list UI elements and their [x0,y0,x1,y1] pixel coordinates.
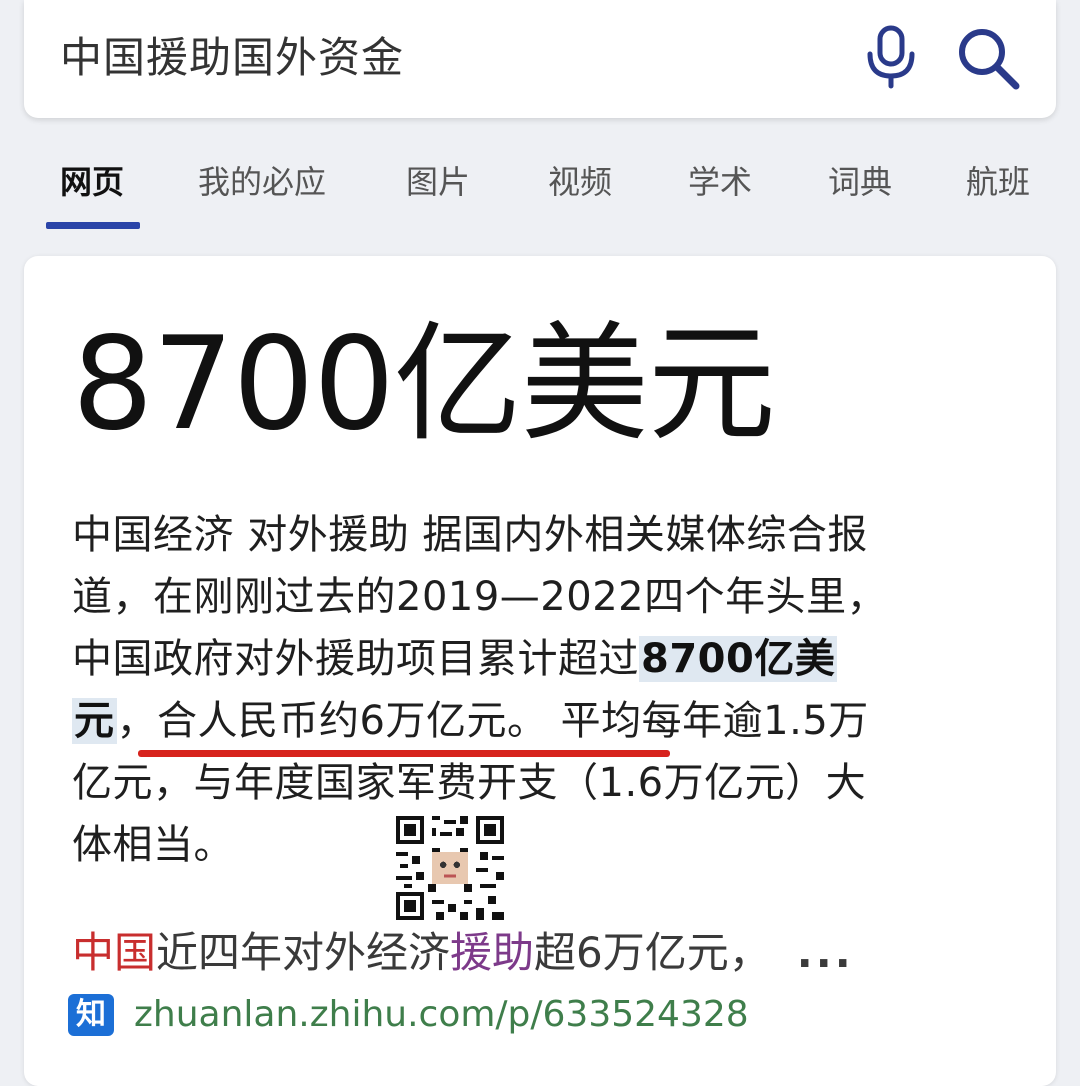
result-title-ellipsis: ... [796,928,854,977]
snippet-line: 亿元，与年度国家军费开支（1.6万亿元）大 [72,760,867,806]
magnifier-icon[interactable] [954,24,1022,92]
snippet-line: 元，合人民币约6万亿元。 平均每年逾1.5万 [72,690,1042,752]
search-input[interactable]: 中国援助国外资金 [60,32,404,84]
vertical-tabs: 网页 我的必应 图片 视频 学术 词典 航班 [0,150,1080,240]
result-title-part: 援助 [450,928,535,977]
zhihu-icon: 知 [68,994,114,1036]
snippet-highlight: 元 [72,698,117,744]
microphone-icon[interactable] [862,24,920,90]
tab-flights[interactable]: 航班 [966,162,1030,202]
qr-code-image [392,812,508,924]
tab-dictionary[interactable]: 词典 [828,162,892,202]
source-url[interactable]: zhuanlan.zhihu.com/p/633524328 [134,992,749,1038]
tab-my-bing[interactable]: 我的必应 [198,162,326,202]
answer-snippet: 中国经济 对外援助 据国内外相关媒体综合报 道，在刚刚过去的2019—2022四… [72,504,1042,876]
tab-academic[interactable]: 学术 [688,162,752,202]
red-annotation-underline [138,750,670,757]
result-title-link[interactable]: 中国近四年对外经济援助超6万亿元，... [72,920,854,986]
snippet-line: 道，在刚刚过去的2019—2022四个年头里， [72,574,888,620]
result-title-part: 超6万亿元， [534,928,771,977]
snippet-text: ，合人民币约6万亿元。 平均每年逾1.5万 [116,698,869,744]
snippet-line: 体相当。 [72,822,234,868]
snippet-highlight: 8700亿美 [639,636,838,682]
snippet-text: 中国政府对外援助项目累计超过 [72,636,639,682]
tab-images[interactable]: 图片 [406,162,470,202]
active-tab-indicator [46,222,140,229]
tab-web[interactable]: 网页 [60,162,124,202]
search-box[interactable]: 中国援助国外资金 [24,0,1056,118]
answer-card: 8700亿美元 中国经济 对外援助 据国内外相关媒体综合报 道，在刚刚过去的20… [24,256,1056,1086]
snippet-line: 中国经济 对外援助 据国内外相关媒体综合报 [72,512,868,558]
tab-videos[interactable]: 视频 [548,162,612,202]
answer-headline: 8700亿美元 [72,310,776,459]
result-title-part: 近四年对外经济 [156,928,451,977]
result-title-part: 中国 [72,928,157,977]
snippet-line: 中国政府对外援助项目累计超过8700亿美 [72,628,1042,690]
